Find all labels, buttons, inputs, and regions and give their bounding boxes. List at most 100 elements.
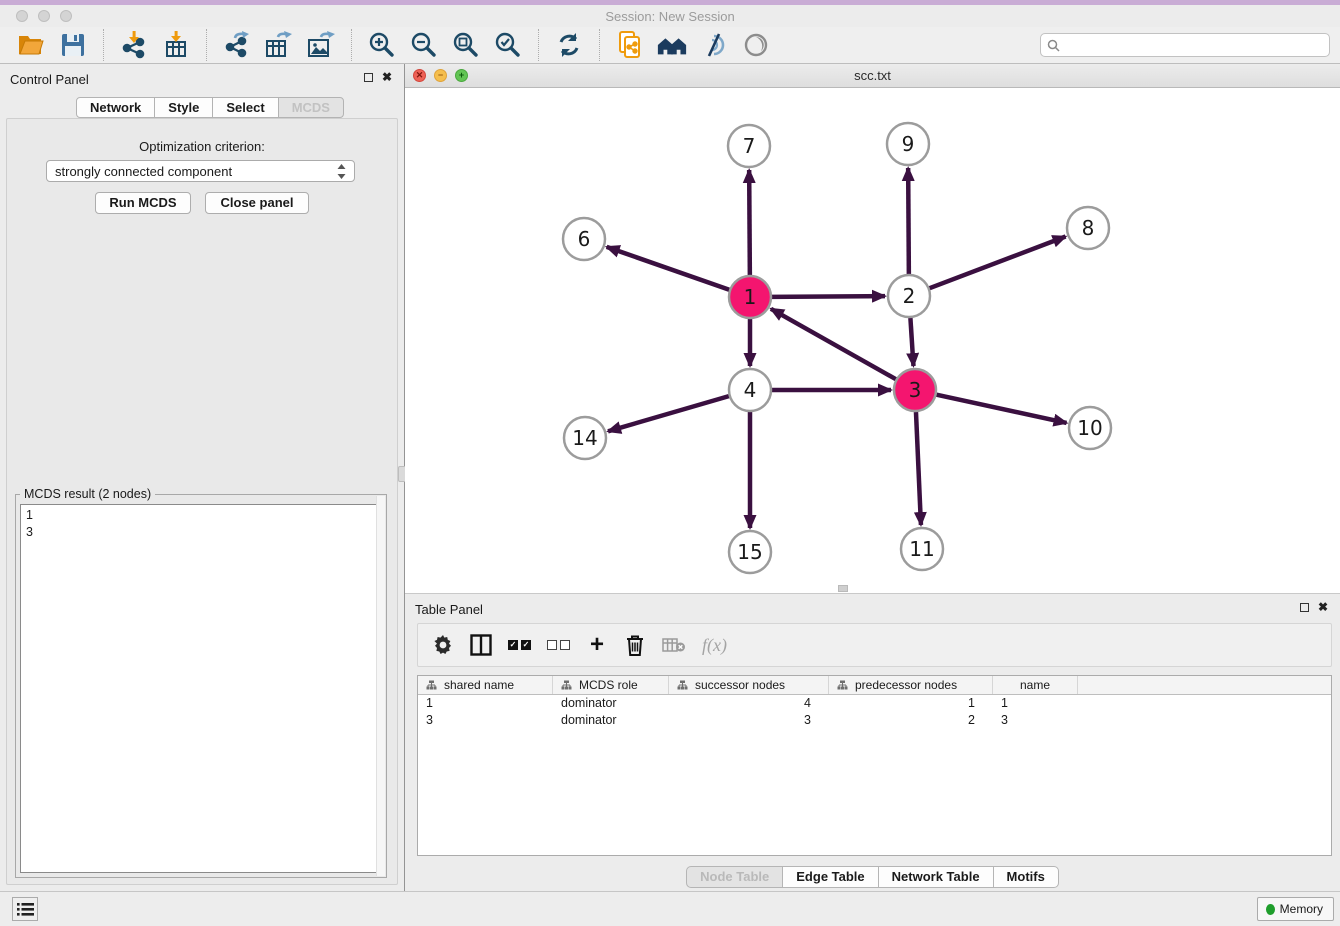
criterion-select[interactable]: strongly connected component bbox=[46, 160, 355, 182]
table-tabs: Node TableEdge TableNetwork TableMotifs bbox=[405, 866, 1340, 888]
export-image-icon[interactable] bbox=[305, 30, 337, 60]
network-scrollbar-handle[interactable] bbox=[838, 585, 848, 592]
graph-node-2[interactable]: 2 bbox=[888, 275, 930, 317]
clone-network-icon[interactable] bbox=[614, 30, 646, 60]
close-panel-icon[interactable]: ✖ bbox=[382, 71, 392, 83]
delete-rows-icon[interactable] bbox=[624, 635, 646, 656]
graph-edge-3-10[interactable] bbox=[936, 395, 1066, 423]
toolbar-separator bbox=[206, 29, 207, 61]
app-title: Session: New Session bbox=[0, 9, 1340, 24]
column-header[interactable]: successor nodes bbox=[669, 676, 829, 694]
unchecked-box-icon bbox=[547, 640, 557, 650]
graph-node-9[interactable]: 9 bbox=[887, 123, 929, 165]
network-minimize-icon[interactable]: − bbox=[434, 69, 447, 82]
export-network-icon[interactable] bbox=[221, 30, 253, 60]
table-cell: 3 bbox=[418, 712, 553, 729]
graph-edge-2-3[interactable] bbox=[910, 318, 913, 366]
tab-network-table[interactable]: Network Table bbox=[878, 866, 994, 888]
settings-icon[interactable] bbox=[432, 635, 454, 655]
graph-node-1[interactable]: 1 bbox=[729, 276, 771, 318]
node-table[interactable]: shared nameMCDS rolesuccessor nodesprede… bbox=[417, 675, 1332, 856]
float-panel-icon[interactable] bbox=[364, 73, 373, 82]
close-panel-button[interactable]: Close panel bbox=[205, 192, 309, 214]
graph-node-15[interactable]: 15 bbox=[729, 531, 771, 573]
home-icon[interactable] bbox=[656, 30, 688, 60]
graph-edge-2-8[interactable] bbox=[930, 237, 1066, 289]
column-type-icon bbox=[426, 680, 437, 691]
zoom-out-icon[interactable] bbox=[408, 30, 440, 60]
mcds-result-text[interactable]: 13 bbox=[20, 504, 382, 873]
network-close-icon[interactable]: ✕ bbox=[413, 69, 426, 82]
graph-node-10[interactable]: 10 bbox=[1069, 407, 1111, 449]
graph-edge-1-7[interactable] bbox=[749, 170, 750, 275]
float-table-panel-icon[interactable] bbox=[1300, 603, 1309, 612]
column-type-icon bbox=[837, 680, 848, 691]
table-cell: 3 bbox=[993, 712, 1078, 729]
close-table-panel-icon[interactable]: ✖ bbox=[1318, 601, 1328, 613]
graph-node-8[interactable]: 8 bbox=[1067, 207, 1109, 249]
open-session-icon[interactable] bbox=[15, 30, 47, 60]
graph-node-6[interactable]: 6 bbox=[563, 218, 605, 260]
graph-node-14[interactable]: 14 bbox=[564, 417, 606, 459]
column-header[interactable]: MCDS role bbox=[553, 676, 669, 694]
tab-network[interactable]: Network bbox=[76, 97, 155, 118]
mcds-result-title: MCDS result (2 nodes) bbox=[20, 487, 155, 501]
network-maximize-icon[interactable]: + bbox=[455, 69, 468, 82]
graph-edge-3-11[interactable] bbox=[916, 412, 921, 525]
show-hide-graphics-details-icon[interactable] bbox=[698, 30, 730, 60]
tab-motifs[interactable]: Motifs bbox=[993, 866, 1059, 888]
tab-style[interactable]: Style bbox=[154, 97, 213, 118]
tab-node-table[interactable]: Node Table bbox=[686, 866, 783, 888]
task-history-button[interactable] bbox=[12, 897, 38, 921]
graph-edge-1-2[interactable] bbox=[772, 296, 885, 297]
add-row-icon[interactable]: + bbox=[586, 635, 608, 655]
table-body: 1dominator4113dominator323 bbox=[418, 695, 1331, 729]
column-header[interactable]: name bbox=[993, 676, 1078, 694]
graph-edge-4-14[interactable] bbox=[608, 396, 729, 431]
show-columns-icon[interactable] bbox=[470, 634, 492, 656]
network-canvas[interactable]: 7 9 6 8 1 2 4 3 14 10 15 11 bbox=[405, 88, 1340, 593]
table-row[interactable]: 3dominator323 bbox=[418, 712, 1331, 729]
graph-node-7[interactable]: 7 bbox=[728, 125, 770, 167]
deselect-all-rows-icon[interactable] bbox=[547, 640, 570, 650]
search-input[interactable] bbox=[1065, 38, 1323, 52]
main-toolbar bbox=[0, 27, 1340, 64]
graph-node-3[interactable]: 3 bbox=[894, 369, 936, 411]
table-header-row: shared nameMCDS rolesuccessor nodesprede… bbox=[418, 676, 1331, 695]
unchecked-box-icon bbox=[560, 640, 570, 650]
checked-box-icon: ✓ bbox=[521, 640, 531, 650]
result-line: 3 bbox=[26, 524, 376, 541]
table-row[interactable]: 1dominator411 bbox=[418, 695, 1331, 712]
tab-select[interactable]: Select bbox=[212, 97, 278, 118]
table-toolbar: ✓✓ + f(x) bbox=[417, 623, 1332, 667]
import-network-icon[interactable] bbox=[118, 30, 150, 60]
graph-edge-2-9[interactable] bbox=[908, 168, 909, 274]
run-mcds-button[interactable]: Run MCDS bbox=[95, 192, 191, 214]
export-table-icon[interactable] bbox=[263, 30, 295, 60]
column-header[interactable]: predecessor nodes bbox=[829, 676, 993, 694]
criterion-value: strongly connected component bbox=[55, 164, 337, 179]
network-title: scc.txt bbox=[405, 68, 1340, 83]
graph-node-4[interactable]: 4 bbox=[729, 369, 771, 411]
search-field[interactable] bbox=[1040, 33, 1330, 57]
result-scrollbar[interactable] bbox=[376, 496, 385, 876]
graph-node-11[interactable]: 11 bbox=[901, 528, 943, 570]
tab-mcds[interactable]: MCDS bbox=[278, 97, 344, 118]
network-graph[interactable]: 7 9 6 8 1 2 4 3 14 10 15 11 bbox=[405, 88, 1340, 593]
graph-edge-3-1[interactable] bbox=[771, 309, 896, 379]
memory-button[interactable]: Memory bbox=[1257, 897, 1334, 921]
select-all-rows-icon[interactable]: ✓✓ bbox=[508, 640, 531, 650]
status-bar: Memory bbox=[0, 891, 1340, 926]
tab-edge-table[interactable]: Edge Table bbox=[782, 866, 878, 888]
fit-content-icon[interactable] bbox=[450, 30, 482, 60]
save-session-icon[interactable] bbox=[57, 30, 89, 60]
birds-eye-view-icon[interactable] bbox=[740, 30, 772, 60]
import-table-icon[interactable] bbox=[160, 30, 192, 60]
zoom-in-icon[interactable] bbox=[366, 30, 398, 60]
optimization-criterion-label: Optimization criterion: bbox=[7, 139, 397, 154]
fit-selected-icon[interactable] bbox=[492, 30, 524, 60]
toolbar-separator bbox=[599, 29, 600, 61]
graph-edge-1-6[interactable] bbox=[607, 247, 730, 290]
apply-layout-icon[interactable] bbox=[553, 30, 585, 60]
column-header[interactable]: shared name bbox=[418, 676, 553, 694]
